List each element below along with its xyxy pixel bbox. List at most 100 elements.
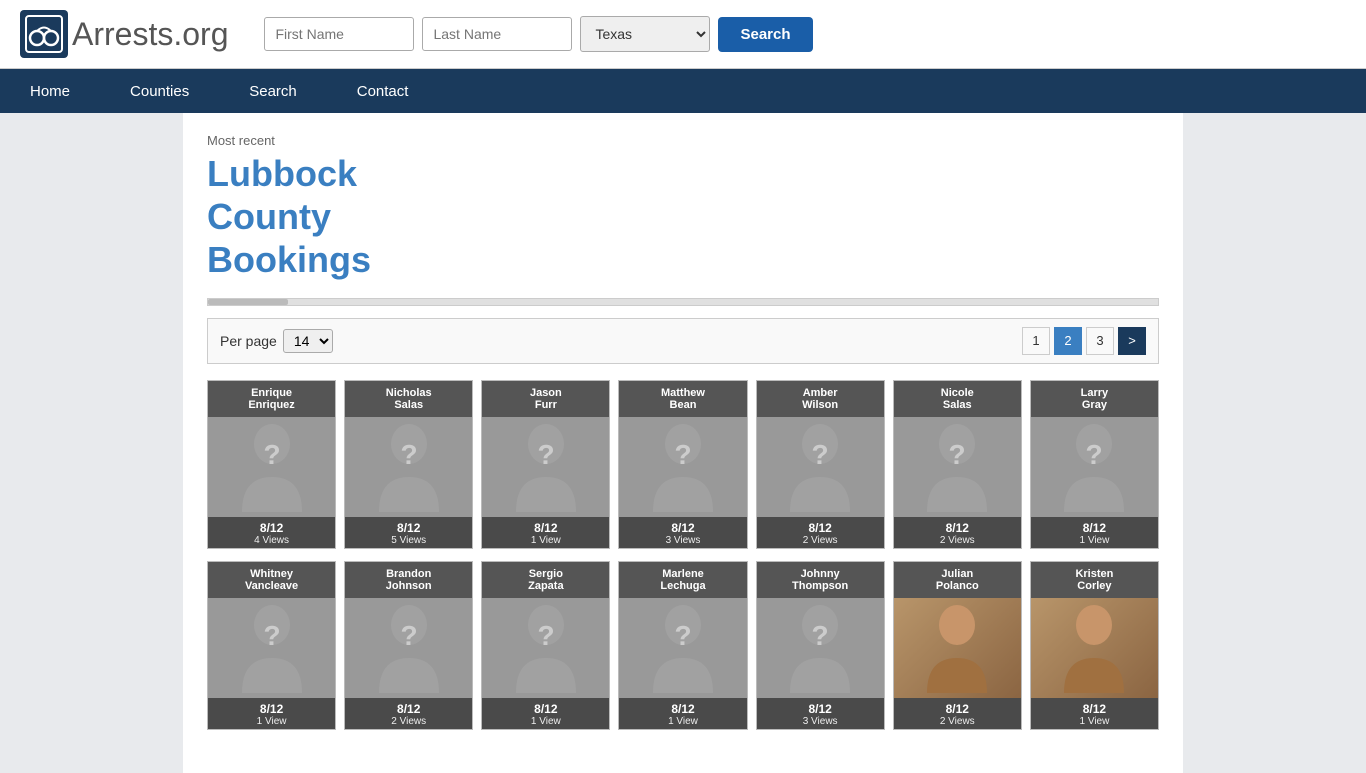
- per-page-area: Per page 10 14 20 50: [220, 329, 333, 353]
- svg-text:?: ?: [674, 439, 691, 470]
- cards-row-1: EnriqueEnriquez ? 8/12 4 Views NicholasS…: [207, 380, 1159, 549]
- card-name: EnriqueEnriquez: [208, 381, 335, 417]
- card-views: 1 View: [486, 716, 605, 727]
- svg-text:?: ?: [537, 620, 554, 651]
- card-date: 8/12: [898, 702, 1017, 716]
- card-date: 8/12: [212, 521, 331, 535]
- logo-icon: [20, 10, 68, 58]
- card-footer: 8/12 3 Views: [619, 517, 746, 548]
- title-line2: County: [207, 196, 331, 237]
- page-3[interactable]: 3: [1086, 327, 1114, 355]
- card-footer: 8/12 4 Views: [208, 517, 335, 548]
- svg-text:?: ?: [812, 620, 829, 651]
- card-name: WhitneyVancleave: [208, 562, 335, 598]
- card-views: 3 Views: [761, 716, 880, 727]
- scroll-thumb: [208, 299, 288, 305]
- card-2-3[interactable]: MarleneLechuga ? 8/12 1 View: [618, 561, 747, 730]
- card-footer: 8/12 2 Views: [894, 517, 1021, 548]
- card-name: JohnnyThompson: [757, 562, 884, 598]
- title-line3: Bookings: [207, 239, 371, 280]
- card-views: 3 Views: [623, 535, 742, 546]
- card-date: 8/12: [212, 702, 331, 716]
- card-date: 8/12: [623, 702, 742, 716]
- svg-text:?: ?: [400, 439, 417, 470]
- svg-text:?: ?: [674, 620, 691, 651]
- card-1-6[interactable]: LarryGray ? 8/12 1 View: [1030, 380, 1159, 549]
- svg-text:?: ?: [263, 620, 280, 651]
- card-views: 2 Views: [761, 535, 880, 546]
- main-wrapper: Most recent Lubbock County Bookings Per …: [0, 113, 1366, 773]
- card-1-4[interactable]: AmberWilson ? 8/12 2 Views: [756, 380, 885, 549]
- card-views: 1 View: [623, 716, 742, 727]
- page-next[interactable]: >: [1118, 327, 1146, 355]
- card-views: 2 Views: [898, 716, 1017, 727]
- nav-item-home[interactable]: Home: [0, 69, 100, 113]
- card-1-3[interactable]: MatthewBean ? 8/12 3 Views: [618, 380, 747, 549]
- card-date: 8/12: [898, 521, 1017, 535]
- card-date: 8/12: [761, 521, 880, 535]
- page-title: Lubbock County Bookings: [207, 152, 1159, 282]
- card-footer: 8/12 1 View: [1031, 517, 1158, 548]
- card-footer: 8/12 2 Views: [894, 698, 1021, 729]
- card-date: 8/12: [1035, 521, 1154, 535]
- card-footer: 8/12 5 Views: [345, 517, 472, 548]
- card-footer: 8/12 1 View: [482, 517, 609, 548]
- state-select[interactable]: Texas California Florida New York: [580, 16, 710, 52]
- nav-item-contact[interactable]: Contact: [327, 69, 439, 113]
- nav-item-counties[interactable]: Counties: [100, 69, 219, 113]
- logo-text: Arrests.org: [72, 16, 228, 53]
- last-name-input[interactable]: [422, 17, 572, 51]
- card-name: NicoleSalas: [894, 381, 1021, 417]
- first-name-input[interactable]: [264, 17, 414, 51]
- header-search-button[interactable]: Search: [718, 17, 812, 52]
- card-name: JasonFurr: [482, 381, 609, 417]
- card-views: 1 View: [212, 716, 331, 727]
- page-heading: Most recent Lubbock County Bookings: [207, 133, 1159, 282]
- card-name: BrandonJohnson: [345, 562, 472, 598]
- per-page-select[interactable]: 10 14 20 50: [283, 329, 333, 353]
- nav-item-search[interactable]: Search: [219, 69, 327, 113]
- card-footer: 8/12 1 View: [482, 698, 609, 729]
- card-views: 5 Views: [349, 535, 468, 546]
- page-2[interactable]: 2: [1054, 327, 1082, 355]
- card-views: 2 Views: [898, 535, 1017, 546]
- logo-org: .org: [173, 16, 228, 52]
- card-1-5[interactable]: NicoleSalas ? 8/12 2 Views: [893, 380, 1022, 549]
- content-area: Most recent Lubbock County Bookings Per …: [183, 113, 1183, 773]
- card-name: AmberWilson: [757, 381, 884, 417]
- card-2-6[interactable]: KristenCorley 8/12 1 View: [1030, 561, 1159, 730]
- card-2-0[interactable]: WhitneyVancleave ? 8/12 1 View: [207, 561, 336, 730]
- logo-arrests: Arrests: [72, 16, 173, 52]
- card-1-2[interactable]: JasonFurr ? 8/12 1 View: [481, 380, 610, 549]
- scroll-hint: [207, 298, 1159, 306]
- svg-text:?: ?: [1086, 439, 1103, 470]
- card-name: MarleneLechuga: [619, 562, 746, 598]
- svg-text:?: ?: [263, 439, 280, 470]
- svg-text:?: ?: [537, 439, 554, 470]
- card-name: SergioZapata: [482, 562, 609, 598]
- card-2-5[interactable]: JulianPolanco 8/12 2 Views: [893, 561, 1022, 730]
- card-name: JulianPolanco: [894, 562, 1021, 598]
- svg-text:?: ?: [400, 620, 417, 651]
- card-date: 8/12: [486, 521, 605, 535]
- logo[interactable]: Arrests.org: [20, 10, 228, 58]
- card-footer: 8/12 1 View: [1031, 698, 1158, 729]
- svg-text:?: ?: [812, 439, 829, 470]
- card-views: 1 View: [486, 535, 605, 546]
- card-footer: 8/12 1 View: [619, 698, 746, 729]
- card-2-4[interactable]: JohnnyThompson ? 8/12 3 Views: [756, 561, 885, 730]
- pagination: 1 2 3 >: [1022, 327, 1146, 355]
- card-1-1[interactable]: NicholasSalas ? 8/12 5 Views: [344, 380, 473, 549]
- card-2-1[interactable]: BrandonJohnson ? 8/12 2 Views: [344, 561, 473, 730]
- page-1[interactable]: 1: [1022, 327, 1050, 355]
- card-date: 8/12: [349, 521, 468, 535]
- card-views: 1 View: [1035, 716, 1154, 727]
- card-name: KristenCorley: [1031, 562, 1158, 598]
- most-recent-label: Most recent: [207, 133, 1159, 148]
- card-1-0[interactable]: EnriqueEnriquez ? 8/12 4 Views: [207, 380, 336, 549]
- main-nav: Home Counties Search Contact: [0, 69, 1366, 113]
- card-2-2[interactable]: SergioZapata ? 8/12 1 View: [481, 561, 610, 730]
- card-footer: 8/12 2 Views: [345, 698, 472, 729]
- card-views: 1 View: [1035, 535, 1154, 546]
- search-form: Texas California Florida New York Search: [264, 16, 812, 52]
